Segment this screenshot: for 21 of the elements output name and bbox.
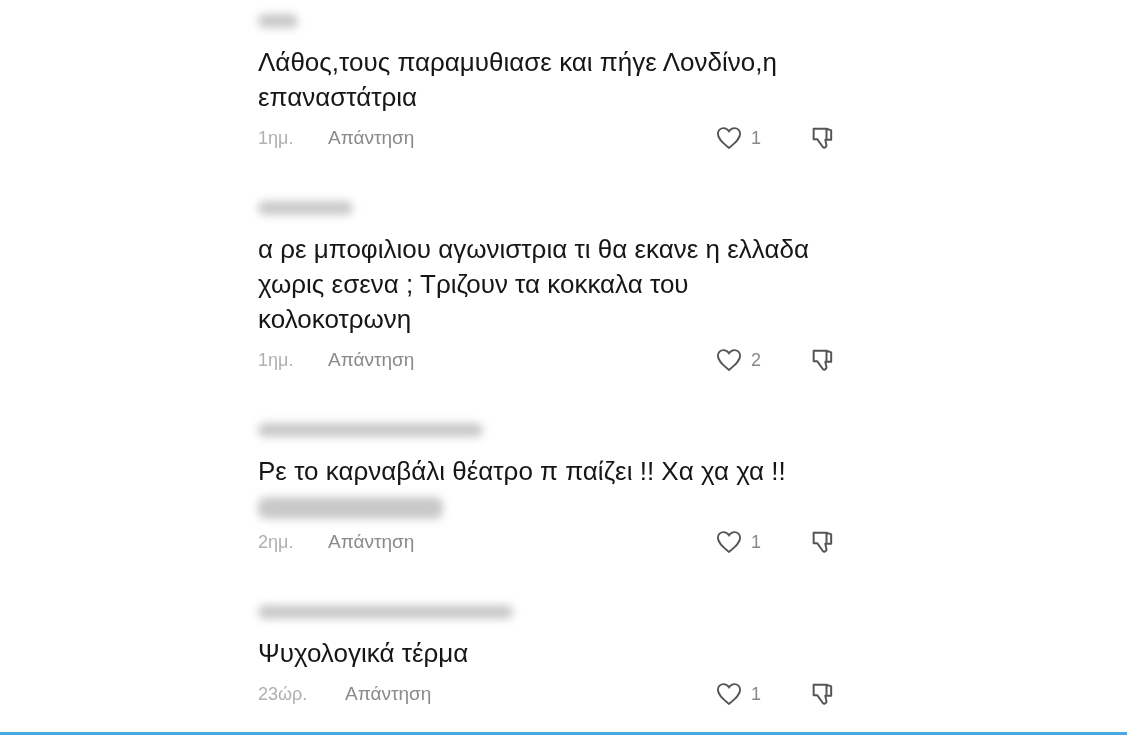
reply-link[interactable]: Απάντηση bbox=[328, 531, 415, 553]
comment-text: Ψυχολογικά τέρμα bbox=[258, 637, 470, 670]
comment-time: 1ημ. bbox=[258, 127, 295, 149]
like-count: 1 bbox=[750, 531, 762, 553]
comment-time: 2ημ. bbox=[258, 531, 295, 553]
reply-link[interactable]: Απάντηση bbox=[328, 127, 415, 149]
comment-time: 1ημ. bbox=[258, 349, 295, 371]
like-count: 1 bbox=[750, 683, 762, 705]
heart-icon[interactable] bbox=[715, 528, 743, 556]
like-count: 2 bbox=[750, 349, 762, 371]
heart-icon[interactable] bbox=[715, 346, 743, 374]
heart-icon[interactable] bbox=[715, 124, 743, 152]
comment-text: Λάθος,τους παραμυθιασε και πήγε Λονδίνο,η επαναστάτρια bbox=[258, 46, 778, 114]
blurred-username bbox=[258, 14, 298, 28]
reply-link[interactable]: Απάντηση bbox=[328, 349, 415, 371]
comment-text: α ρε μποφιλιου αγωνιστρια τι θα εκανε η ελλαδα χωρις εσενα ; Τριζουν τα κοκκαλα του κολοκοτρωνη bbox=[258, 233, 810, 336]
heart-icon[interactable] bbox=[715, 680, 743, 708]
like-count: 1 bbox=[750, 127, 762, 149]
comment-time: 23ώρ. bbox=[258, 683, 309, 705]
reply-link[interactable]: Απάντηση bbox=[345, 683, 432, 705]
comment-text: Ρε το καρναβάλι θέατρο π παίζει !! Χα χα χα !! bbox=[258, 455, 787, 488]
